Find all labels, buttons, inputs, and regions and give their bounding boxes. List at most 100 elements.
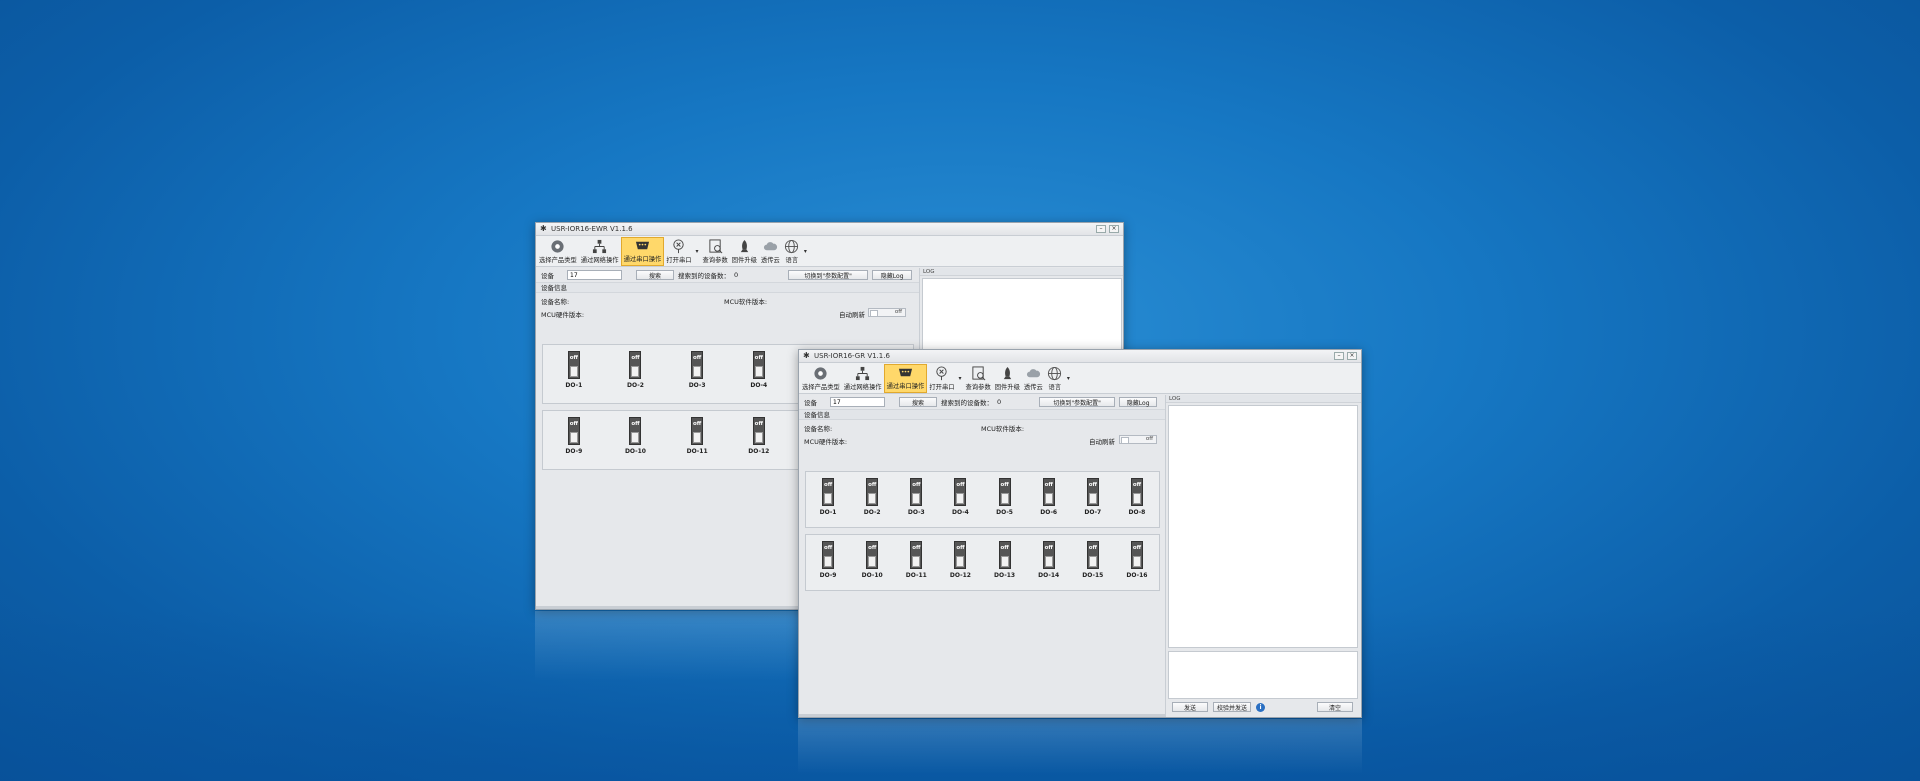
tb-firmware[interactable]: 固件升级 — [993, 364, 1022, 393]
chevron-down-icon[interactable]: ▾ — [804, 248, 807, 255]
do-switch-item: off DO-11 — [901, 541, 931, 579]
tb-firmware[interactable]: 固件升级 — [730, 237, 759, 266]
send-button[interactable]: 发送 — [1172, 702, 1208, 712]
do-label: DO-4 — [750, 382, 768, 389]
do-toggle-switch[interactable]: off — [567, 417, 580, 445]
chevron-down-icon[interactable]: ▾ — [696, 248, 699, 255]
do-label: DO-1 — [565, 382, 583, 389]
do-toggle-switch[interactable]: off — [910, 478, 923, 506]
do-switch-item: off DO-8 — [1122, 478, 1152, 516]
checksum-send-button[interactable]: 校验并发送 — [1213, 702, 1251, 712]
do-switch-item: off DO-11 — [682, 417, 712, 455]
tb-network[interactable]: 通过网络操作 — [842, 364, 884, 393]
query-icon — [707, 238, 723, 254]
do-switch-item: off DO-2 — [620, 351, 650, 389]
chevron-down-icon[interactable]: ▾ — [959, 375, 962, 382]
do-toggle-switch[interactable]: off — [866, 541, 879, 569]
do-toggle-switch[interactable]: off — [998, 541, 1011, 569]
do-toggle-switch[interactable]: off — [1042, 541, 1055, 569]
do-toggle-switch[interactable]: off — [1130, 478, 1143, 506]
app-logo-icon: ✱ — [803, 351, 810, 360]
auto-refresh-label: 自动刷新 — [839, 311, 865, 319]
do-label: DO-3 — [688, 382, 706, 389]
do-label: DO-9 — [819, 572, 837, 579]
do-label: DO-8 — [1128, 509, 1146, 516]
tb-select-product[interactable]: 选择产品类型 — [537, 237, 579, 266]
switch-knob — [569, 366, 578, 377]
switch-knob — [1044, 556, 1053, 567]
do-toggle-switch[interactable]: off — [752, 417, 765, 445]
close-button[interactable]: × — [1347, 352, 1357, 360]
do-toggle-switch[interactable]: off — [910, 541, 923, 569]
tb-cloud[interactable]: 透传云 — [759, 237, 782, 266]
do-toggle-switch[interactable]: off — [691, 417, 704, 445]
do-toggle-switch[interactable]: off — [691, 351, 704, 379]
tb-serial[interactable]: 通过串口操作 — [883, 364, 928, 393]
tb-open-port[interactable]: 打开串口 — [927, 364, 956, 393]
device-row: 设备 搜索 搜索到的设备数：0 切换到"参数配置" 隐藏Log — [536, 268, 919, 283]
do-label: DO-2 — [863, 509, 881, 516]
back-window-titlebar: ✱ USR-IOR16-EWR V1.1.6 – × — [536, 223, 1123, 236]
do-toggle-switch[interactable]: off — [866, 478, 879, 506]
tb-select-product[interactable]: 选择产品类型 — [800, 364, 842, 393]
rocket-icon — [999, 365, 1015, 381]
clear-button[interactable]: 清空 — [1317, 702, 1353, 712]
chevron-down-icon[interactable]: ▾ — [1067, 375, 1070, 382]
do-toggle-switch[interactable]: off — [629, 417, 642, 445]
search-button[interactable]: 搜索 — [899, 397, 937, 407]
device-row: 设备 搜索 搜索到的设备数：0 切换到"参数配置" 隐藏Log — [799, 395, 1165, 410]
tb-query[interactable]: 查询参数 — [964, 364, 993, 393]
do-toggle-switch[interactable]: off — [1086, 478, 1099, 506]
section-title: 设备信息 — [536, 283, 919, 293]
tb-open-port[interactable]: 打开串口 — [664, 237, 693, 266]
auto-refresh-toggle[interactable]: off — [868, 308, 906, 317]
do-toggle-switch[interactable]: off — [954, 478, 967, 506]
info-icon[interactable]: i — [1256, 702, 1265, 712]
switch-knob — [1088, 493, 1097, 504]
app-logo-icon: ✱ — [540, 224, 547, 233]
minimize-button[interactable]: – — [1334, 352, 1344, 360]
tb-language[interactable]: 语言 — [1045, 364, 1065, 393]
do-switch-item: off DO-10 — [857, 541, 887, 579]
device-name-label: 设备名称: — [804, 425, 833, 433]
search-button[interactable]: 搜索 — [636, 270, 674, 280]
do-toggle-switch[interactable]: off — [1086, 541, 1099, 569]
do-label: DO-10 — [624, 448, 646, 455]
switch-knob — [1132, 556, 1141, 567]
do-toggle-switch[interactable]: off — [998, 478, 1011, 506]
found-count: 0 — [997, 398, 1002, 406]
tb-language[interactable]: 语言 — [782, 237, 802, 266]
switch-config-button[interactable]: 切换到"参数配置" — [788, 270, 869, 280]
do-toggle-switch[interactable]: off — [567, 351, 580, 379]
do-toggle-switch[interactable]: off — [752, 351, 765, 379]
close-button[interactable]: × — [1109, 225, 1119, 233]
minimize-button[interactable]: – — [1096, 225, 1106, 233]
switch-knob — [1132, 493, 1141, 504]
switch-knob — [912, 493, 921, 504]
do-toggle-switch[interactable]: off — [1130, 541, 1143, 569]
switch-config-button[interactable]: 切换到"参数配置" — [1039, 397, 1116, 407]
tb-serial[interactable]: 通过串口操作 — [620, 237, 665, 266]
device-input[interactable] — [567, 270, 622, 280]
log-textarea[interactable] — [1168, 405, 1358, 648]
do-toggle-switch[interactable]: off — [629, 351, 642, 379]
tb-query[interactable]: 查询参数 — [701, 237, 730, 266]
auto-refresh-toggle[interactable]: off — [1119, 435, 1157, 444]
tb-network[interactable]: 通过网络操作 — [579, 237, 621, 266]
open-port-icon — [671, 238, 687, 254]
do-toggle-switch[interactable]: off — [822, 478, 835, 506]
do-label: DO-9 — [565, 448, 583, 455]
log-label: LOG — [920, 268, 1123, 276]
send-textarea[interactable] — [1168, 651, 1358, 699]
do-toggle-switch[interactable]: off — [822, 541, 835, 569]
hide-log-button[interactable]: 隐藏Log — [872, 270, 913, 280]
tb-cloud[interactable]: 透传云 — [1022, 364, 1045, 393]
globe-icon — [1047, 365, 1063, 381]
device-input[interactable] — [830, 397, 885, 407]
do-label: DO-15 — [1082, 572, 1104, 579]
do-toggle-switch[interactable]: off — [954, 541, 967, 569]
do-toggle-switch[interactable]: off — [1042, 478, 1055, 506]
do-switch-item: off DO-1 — [559, 351, 589, 389]
do-switch-item: off DO-4 — [744, 351, 774, 389]
hide-log-button[interactable]: 隐藏Log — [1119, 397, 1158, 407]
